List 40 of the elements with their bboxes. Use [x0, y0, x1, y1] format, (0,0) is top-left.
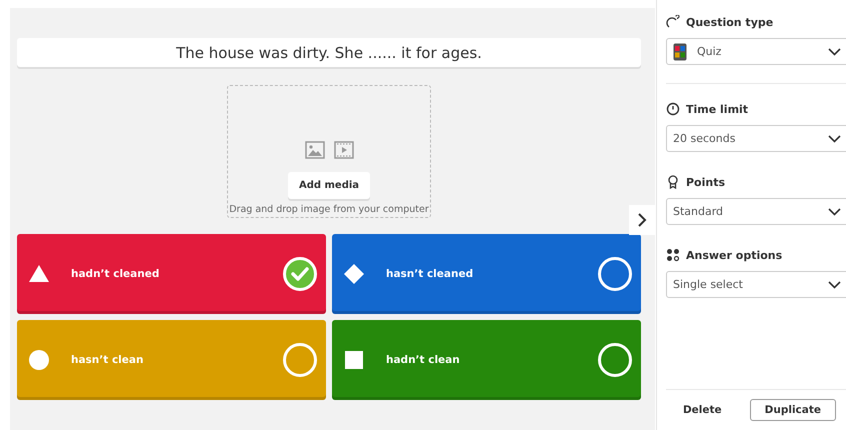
triangle-icon	[28, 263, 50, 285]
dropzone-hint: Drag and drop image from your computer	[229, 204, 429, 215]
circle-icon	[28, 349, 50, 371]
answer-card[interactable]: hasn’t cleaned	[332, 234, 641, 314]
answer-text: hadn’t clean	[386, 354, 461, 366]
answer-text: hasn’t clean	[71, 354, 144, 366]
diamond-icon	[343, 263, 365, 285]
question-field[interactable]: The house was dirty. She ...... it for ages.	[17, 38, 641, 67]
dropdown[interactable]: 20 seconds	[666, 125, 846, 152]
chevron-down-icon	[828, 280, 841, 288]
chevron-right-icon	[637, 213, 647, 227]
question-mark-icon	[666, 15, 680, 29]
dots-icon	[666, 248, 680, 262]
section-label: Question type	[686, 16, 774, 28]
checked-circle-icon[interactable]	[283, 257, 317, 291]
add-media-button[interactable]: Add media	[288, 172, 370, 199]
chevron-down-icon	[828, 208, 841, 216]
video-icon	[334, 141, 354, 159]
media-dropzone[interactable]: Add media Drag and drop image from your computer	[227, 85, 431, 218]
section-label: Points	[686, 176, 726, 188]
medal-icon	[666, 175, 680, 189]
dropdown[interactable]: Quiz	[666, 38, 846, 65]
image-icon	[304, 141, 324, 159]
answer-card[interactable]: hadn’t clean	[332, 320, 641, 400]
answer-text: hasn’t cleaned	[386, 268, 474, 280]
empty-circle-icon[interactable]	[598, 257, 632, 291]
section-label: Answer options	[686, 248, 782, 262]
dropdown[interactable]: Single select	[666, 271, 846, 298]
duplicate-button[interactable]: Duplicate	[750, 399, 836, 421]
answer-text: hadn’t cleaned	[71, 268, 160, 280]
dropdown[interactable]: Standard	[666, 198, 846, 225]
quiz-icon	[673, 42, 687, 60]
chevron-down-icon	[828, 134, 841, 142]
clock-icon	[666, 102, 680, 116]
chevron-down-icon	[828, 48, 841, 56]
square-icon	[343, 349, 365, 371]
section-label: Time limit	[686, 102, 748, 116]
empty-circle-icon[interactable]	[598, 343, 632, 377]
answer-card[interactable]: hadn’t cleaned	[17, 234, 326, 314]
expand-button[interactable]	[629, 205, 655, 235]
